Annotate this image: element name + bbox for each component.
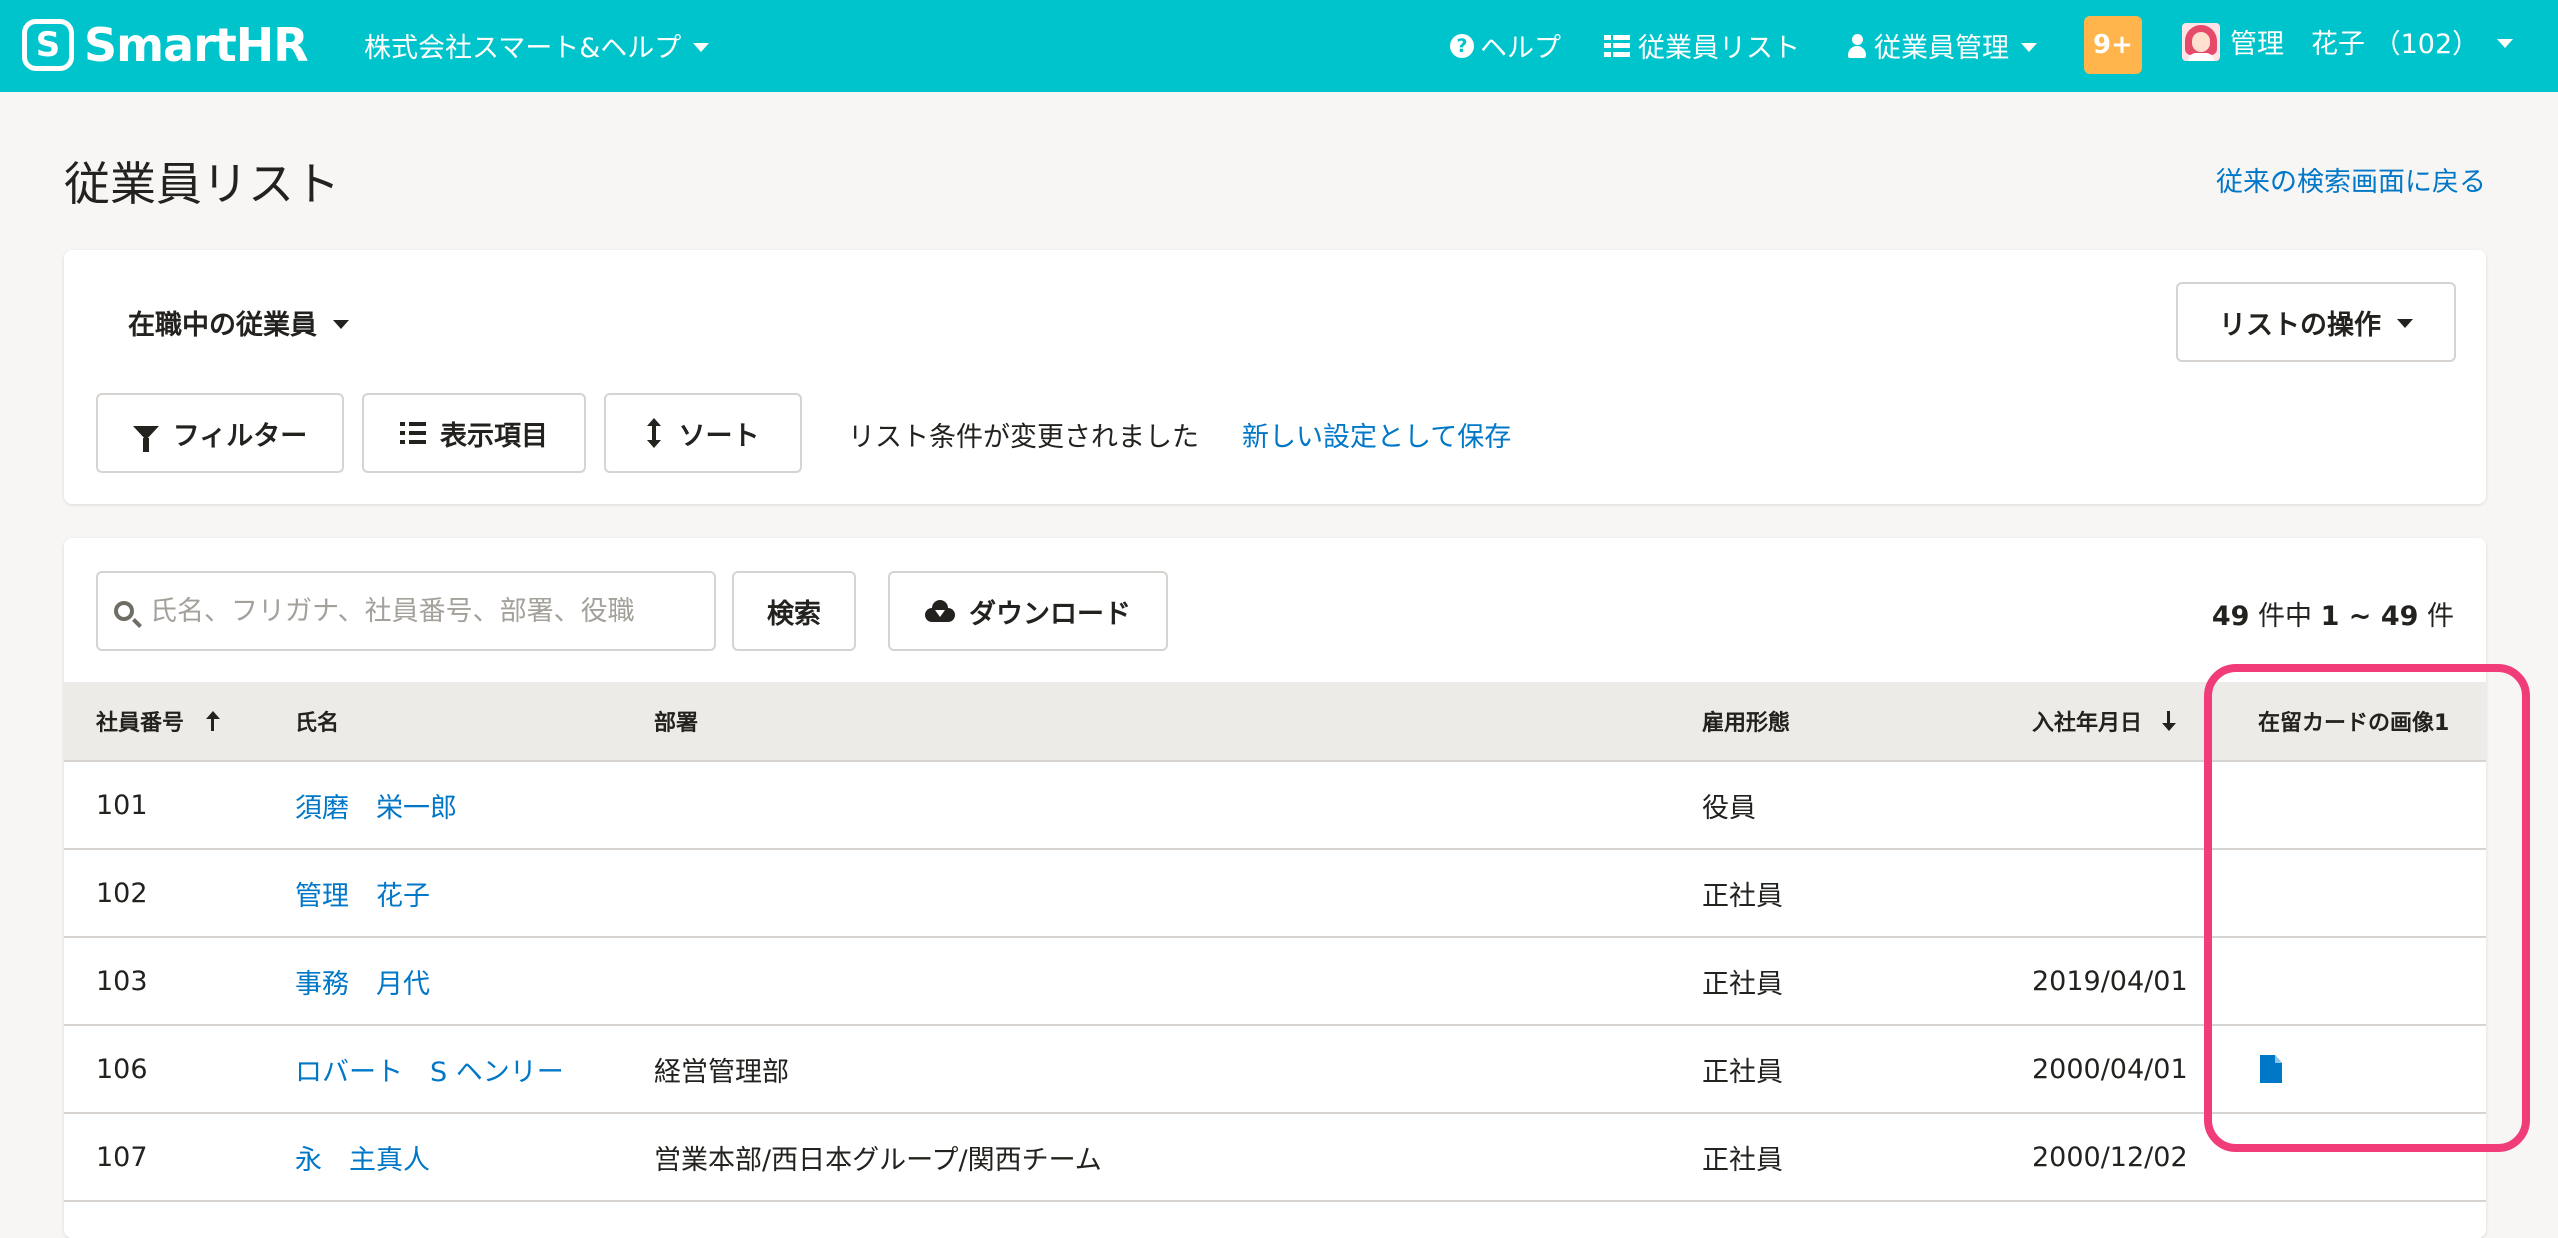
employee-name-link[interactable]: 須磨 栄一郎: [295, 762, 457, 848]
user-menu[interactable]: 管理 花子 （102）: [2182, 22, 2514, 61]
department: 経営管理部: [654, 1056, 789, 1088]
column-header-employment-type[interactable]: 雇用形態: [1702, 682, 1790, 760]
nav-employee-list-label: 従業員リスト: [1638, 33, 1800, 64]
list-settings-panel: 在職中の従業員 リストの操作 フィルター 表示項目 ソート リスト条件が変更され…: [64, 250, 2486, 504]
columns-icon: [400, 422, 426, 444]
search-box[interactable]: [96, 571, 716, 651]
table-row: 102 管理 花子 正社員: [64, 850, 2486, 938]
employee-name-link[interactable]: 管理 花子: [295, 850, 430, 936]
company-switcher[interactable]: 株式会社スマート&ヘルプ: [364, 26, 710, 65]
document-icon[interactable]: [2260, 1055, 2282, 1083]
result-count: 49 件中 1 ~ 49 件: [2211, 601, 2454, 632]
display-columns-button[interactable]: 表示項目: [362, 393, 586, 473]
hire-date: 2019/04/01: [2032, 965, 2188, 997]
employee-id: 102: [96, 877, 148, 909]
saved-list-label: 在職中の従業員: [128, 310, 317, 341]
filter-button[interactable]: フィルター: [96, 393, 344, 473]
caret-down-icon: [2021, 43, 2037, 52]
caret-down-icon: [333, 319, 349, 329]
employment-type: 役員: [1702, 792, 1756, 824]
nav-help-link[interactable]: ? ヘルプ: [1450, 26, 1561, 65]
column-header-employee-id[interactable]: 社員番号: [96, 682, 221, 760]
list-operations-label: リストの操作: [2219, 309, 2381, 341]
caret-down-icon: [2497, 39, 2514, 48]
display-columns-label: 表示項目: [440, 420, 548, 452]
saved-list-select[interactable]: 在職中の従業員: [128, 303, 349, 342]
smarthr-logo[interactable]: S SmartHR: [22, 16, 309, 74]
caret-down-icon: [2397, 319, 2413, 328]
employee-id: 106: [96, 1053, 148, 1085]
search-icon: [114, 601, 134, 621]
caret-down-icon: [693, 43, 710, 52]
employee-table: 社員番号 氏名 部署 雇用形態 入社年月日 在留カードの画像1 101 須磨 栄…: [64, 682, 2486, 1202]
table-row: 103 事務 月代 正社員 2019/04/01: [64, 938, 2486, 1026]
save-as-new-setting-link[interactable]: 新しい設定として保存: [1242, 415, 1511, 454]
employee-name-link[interactable]: ロバート S ヘンリー: [295, 1026, 564, 1112]
employee-id: 107: [96, 1141, 148, 1173]
avatar: [2182, 22, 2220, 61]
column-header-hire-date[interactable]: 入社年月日: [2032, 682, 2177, 760]
employee-name-link[interactable]: 事務 月代: [295, 938, 430, 1024]
employee-name-link[interactable]: 永 主真人: [295, 1114, 430, 1200]
company-name: 株式会社スマート&ヘルプ: [364, 33, 682, 64]
nav-employee-management[interactable]: 従業員管理: [1848, 26, 2037, 65]
help-icon: ?: [1450, 33, 1474, 58]
employment-type: 正社員: [1702, 1056, 1783, 1088]
employee-id: 103: [96, 965, 148, 997]
residence-card-image-cell: [2260, 1026, 2282, 1112]
download-button[interactable]: ダウンロード: [888, 571, 1168, 651]
employee-id: 101: [96, 789, 148, 821]
notification-badge[interactable]: 9+: [2084, 16, 2142, 74]
back-to-legacy-search-link[interactable]: 従来の検索画面に戻る: [2216, 160, 2486, 199]
list-icon: [1604, 34, 1630, 57]
cloud-download-icon: [925, 600, 955, 622]
arrow-down-icon: [2162, 711, 2177, 731]
hire-date: 2000/04/01: [2032, 1053, 2188, 1085]
employment-type: 正社員: [1702, 880, 1783, 912]
employment-type: 正社員: [1702, 968, 1783, 1000]
sort-label: ソート: [678, 420, 760, 452]
sort-button[interactable]: ソート: [604, 393, 802, 473]
column-header-residence-card-image[interactable]: 在留カードの画像1: [2258, 682, 2449, 760]
search-button[interactable]: 検索: [732, 571, 856, 651]
department: 営業本部/西日本グループ/関西チーム: [654, 1144, 1102, 1176]
nav-employee-management-label: 従業員管理: [1874, 33, 2009, 64]
table-row: 107 永 主真人 営業本部/西日本グループ/関西チーム 正社員 2000/12…: [64, 1114, 2486, 1202]
column-header-name[interactable]: 氏名: [295, 682, 339, 760]
table-header: 社員番号 氏名 部署 雇用形態 入社年月日 在留カードの画像1: [64, 682, 2486, 762]
list-operations-button[interactable]: リストの操作: [2176, 282, 2456, 362]
list-changed-status: リスト条件が変更されました: [848, 422, 1199, 453]
filter-icon: [132, 426, 159, 452]
filter-label: フィルター: [172, 420, 308, 452]
page-title: 従業員リスト: [64, 157, 340, 211]
sort-icon: [646, 418, 661, 448]
logo-mark-icon: S: [22, 19, 74, 71]
employee-table-panel: 検索 ダウンロード 49 件中 1 ~ 49 件 社員番号 氏名 部署 雇用形態…: [64, 538, 2486, 1238]
user-name: 管理 花子 （102）: [2230, 29, 2480, 60]
arrow-up-icon: [206, 711, 221, 731]
download-label: ダウンロード: [969, 598, 1131, 630]
logo-text: SmartHR: [84, 18, 309, 72]
employment-type: 正社員: [1702, 1144, 1783, 1176]
table-row: 101 須磨 栄一郎 役員: [64, 762, 2486, 850]
column-header-department[interactable]: 部署: [654, 682, 698, 760]
user-icon: [1848, 33, 1866, 58]
hire-date: 2000/12/02: [2032, 1141, 2188, 1173]
search-input[interactable]: [148, 594, 672, 628]
nav-employee-list[interactable]: 従業員リスト: [1604, 26, 1800, 65]
nav-help-label: ヘルプ: [1480, 33, 1561, 64]
table-row: 106 ロバート S ヘンリー 経営管理部 正社員 2000/04/01: [64, 1026, 2486, 1114]
top-header: S SmartHR 株式会社スマート&ヘルプ ? ヘルプ 従業員リスト 従業員管…: [0, 0, 2558, 92]
